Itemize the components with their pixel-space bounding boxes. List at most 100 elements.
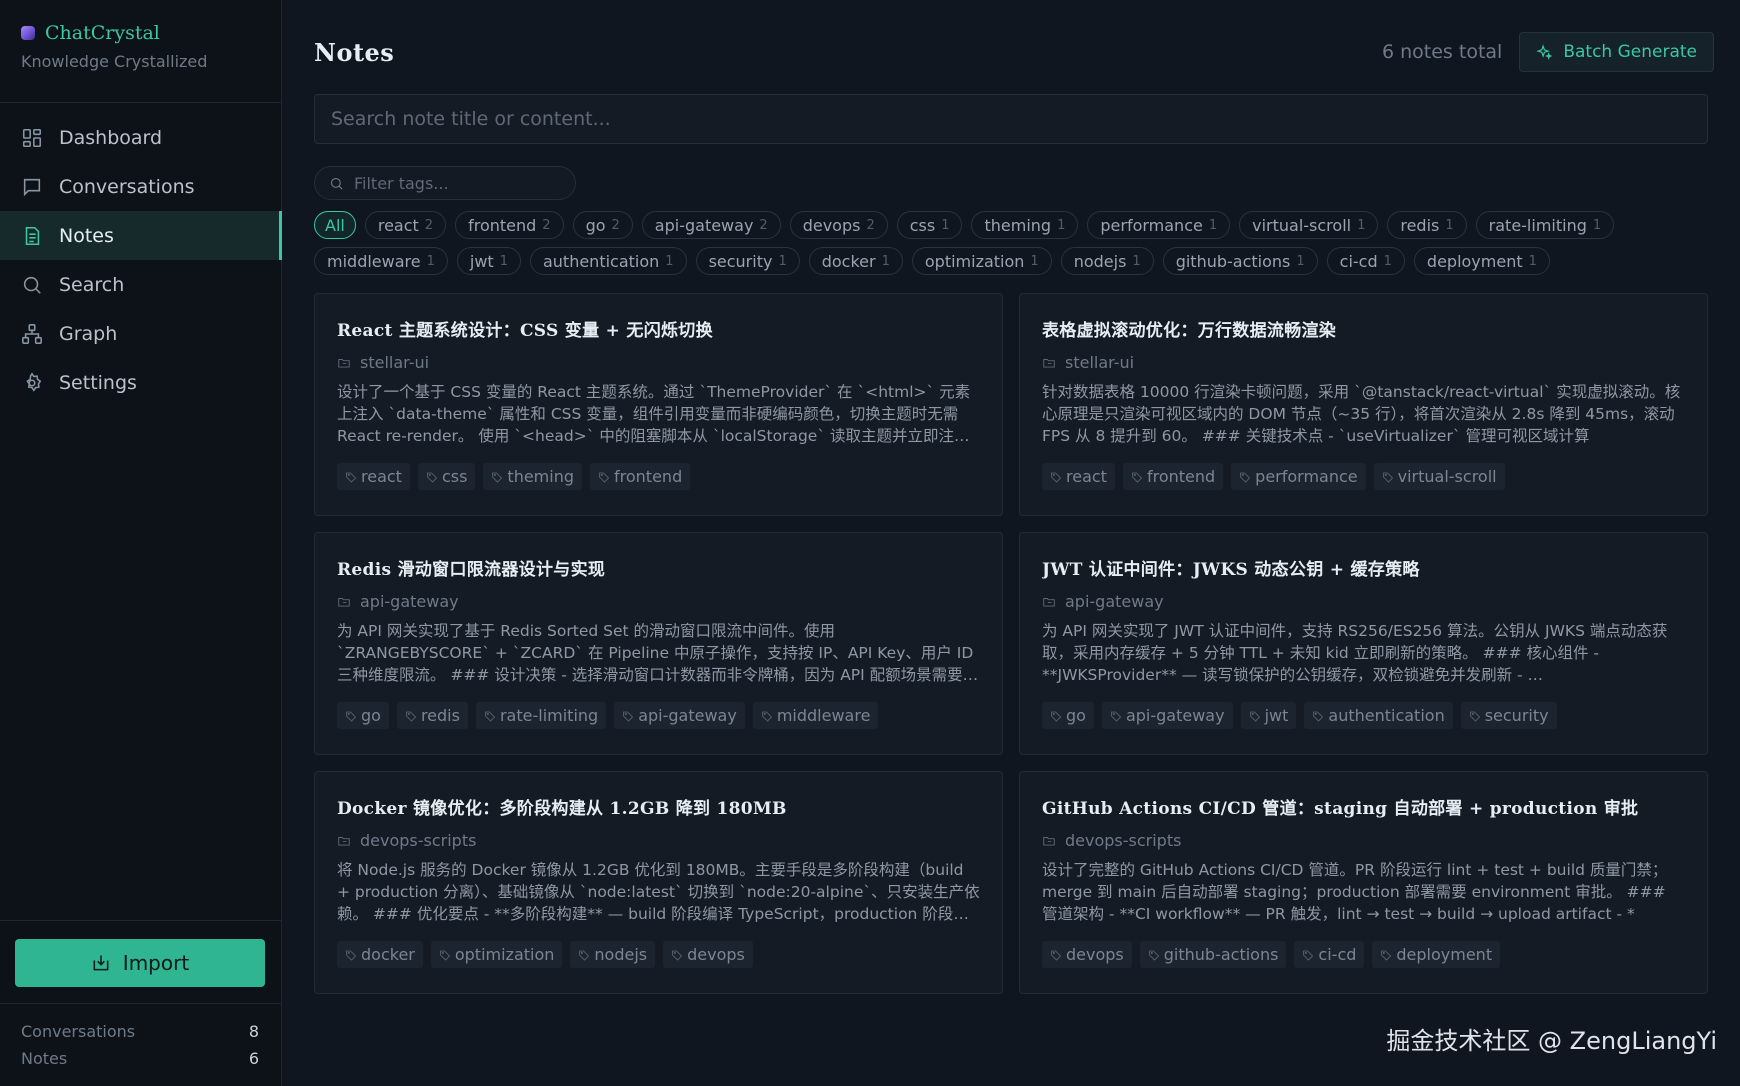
note-tag-chip[interactable]: api-gateway: [614, 702, 745, 729]
tag-filter-optimization[interactable]: optimization 1: [911, 247, 1052, 275]
note-tag-chip[interactable]: docker: [337, 941, 423, 968]
tag-filter-label: redis: [1400, 215, 1440, 235]
tag-filter-authentication[interactable]: authentication 1: [529, 247, 687, 275]
tag-filter-frontend[interactable]: frontend 2: [455, 211, 564, 239]
note-card[interactable]: 表格虚拟滚动优化：万行数据流畅渲染 stellar-ui 针对数据表格 10000 …: [1019, 293, 1708, 516]
note-card[interactable]: JWT 认证中间件：JWKS 动态公钥 + 缓存策略 api-gateway 为 A…: [1019, 532, 1708, 755]
tag-filter-security[interactable]: security 1: [695, 247, 800, 275]
tag-filter-devops[interactable]: devops 2: [789, 211, 888, 239]
note-icon: [25, 226, 40, 245]
note-tag-chip[interactable]: react: [1042, 463, 1115, 490]
note-tag-label: go: [1066, 706, 1086, 725]
note-tag-chip[interactable]: jwt: [1240, 702, 1297, 729]
note-tag-chip[interactable]: redis: [396, 702, 468, 729]
note-tag-chip[interactable]: go: [337, 702, 389, 729]
sidebar-item-conversations[interactable]: Conversations: [0, 162, 281, 211]
note-excerpt: 针对数据表格 10000 行渲染卡顿问题，采用 `@tanstack/react…: [1042, 383, 1681, 445]
sidebar-item-label: Conversations: [59, 175, 195, 198]
tag-filter-virtual-scroll[interactable]: virtual-scroll 1: [1239, 211, 1379, 239]
tag-filter-github-actions[interactable]: github-actions 1: [1162, 247, 1318, 275]
note-tag-chip[interactable]: virtual-scroll: [1373, 463, 1505, 490]
note-tag-chip[interactable]: github-actions: [1139, 941, 1287, 968]
tag-filter-label: security: [708, 251, 773, 271]
note-tag-chip[interactable]: middleware: [752, 702, 879, 729]
sparkles-icon: [1536, 43, 1553, 60]
note-tag-chip[interactable]: performance: [1231, 463, 1366, 490]
note-tag-chip[interactable]: react: [337, 463, 410, 490]
sidebar-item-graph[interactable]: Graph: [0, 309, 281, 358]
brand-name: ChatCrystal: [45, 22, 160, 44]
tag-filter-css[interactable]: css 1: [896, 211, 963, 239]
tag-filter-ci-cd[interactable]: ci-cd 1: [1326, 247, 1405, 275]
note-tag-label: docker: [361, 945, 415, 964]
tag-filter-count: 1: [1208, 217, 1218, 233]
sidebar-item-search[interactable]: Search: [0, 260, 281, 309]
note-tag-chip[interactable]: go: [1042, 702, 1094, 729]
tag-filter-react[interactable]: react 2: [364, 211, 447, 239]
tag-filter-jwt[interactable]: jwt 1: [456, 247, 521, 275]
note-tag-label: virtual-scroll: [1397, 467, 1497, 486]
import-button[interactable]: Import: [15, 939, 265, 987]
note-search-input[interactable]: [331, 108, 1691, 130]
note-tag-label: deployment: [1396, 945, 1493, 964]
tag-filter-all[interactable]: All: [314, 211, 356, 239]
note-tag-chip[interactable]: devops: [663, 941, 753, 968]
note-tag-chip[interactable]: deployment: [1372, 941, 1501, 968]
note-card[interactable]: Redis 滑动窗口限流器设计与实现 api-gateway 为 API 网关实现了…: [314, 532, 1003, 755]
note-tag-chip[interactable]: devops: [1042, 941, 1132, 968]
note-project-label: devops-scripts: [360, 831, 477, 850]
note-tag-chip[interactable]: optimization: [430, 941, 563, 968]
tag-filter-go[interactable]: go 2: [572, 211, 633, 239]
folder-icon: [1043, 836, 1055, 846]
note-tag-label: css: [441, 467, 468, 486]
tag-filter-docker[interactable]: docker 1: [808, 247, 903, 275]
note-title: Redis 滑动窗口限流器设计与实现: [337, 560, 606, 580]
tag-icon: [346, 950, 357, 961]
note-card[interactable]: React 主题系统设计：CSS 变量 + 无闪烁切换 stellar-ui 设计了…: [314, 293, 1003, 516]
note-tag-chip[interactable]: frontend: [1122, 463, 1224, 490]
tag-filter-rate-limiting[interactable]: rate-limiting 1: [1475, 211, 1615, 239]
tag-filter-label: All: [325, 215, 345, 235]
tag-filter-middleware[interactable]: middleware 1: [314, 247, 448, 275]
tag-filter-input[interactable]: [354, 173, 554, 193]
tag-filter-redis[interactable]: redis 1: [1387, 211, 1467, 239]
tag-icon: [1051, 472, 1062, 483]
tag-filter-list: All react 2 frontend 2 go 2 api-gateway 2 devops 2…: [314, 211, 1714, 275]
tag-filter-label: deployment: [1426, 251, 1523, 271]
sidebar-item-label: Dashboard: [59, 126, 163, 149]
note-tags: go redis rate-limiting api-gateway middlewar…: [337, 702, 980, 729]
tag-filter-nodejs[interactable]: nodejs 1: [1060, 247, 1154, 275]
batch-generate-button[interactable]: Batch Generate: [1519, 32, 1714, 72]
note-tag-label: frontend: [1146, 467, 1216, 486]
note-tag-chip[interactable]: rate-limiting: [475, 702, 607, 729]
note-tag-chip[interactable]: api-gateway: [1101, 702, 1233, 729]
note-tag-chip[interactable]: security: [1460, 702, 1557, 729]
sidebar-item-dashboard[interactable]: Dashboard: [0, 113, 281, 162]
tag-icon: [579, 950, 590, 961]
tag-filter-deployment[interactable]: deployment 1: [1413, 247, 1550, 275]
note-card[interactable]: Docker 镜像优化：多阶段构建从 1.2GB 降到 180MB devops-…: [314, 771, 1003, 994]
note-tag-label: go: [361, 706, 381, 725]
note-card[interactable]: GitHub Actions CI/CD 管道：staging 自动部署 + p…: [1019, 771, 1708, 994]
sidebar-item-settings[interactable]: Settings: [0, 358, 281, 407]
tag-filter-label: docker: [821, 251, 876, 271]
sidebar-item-notes[interactable]: Notes: [0, 211, 282, 260]
note-tag-chip[interactable]: ci-cd: [1294, 941, 1365, 968]
note-tag-chip[interactable]: theming: [483, 463, 583, 490]
tag-filter-performance[interactable]: performance 1: [1087, 211, 1231, 239]
sidebar-bottom: Import Conversations 8 Notes 6: [0, 920, 281, 1086]
note-project: api-gateway: [337, 592, 980, 611]
folder-icon: [338, 358, 350, 368]
note-tag-label: redis: [420, 706, 460, 725]
tag-filter-theming[interactable]: theming 1: [971, 211, 1079, 239]
tag-filter-count: 1: [941, 217, 950, 233]
note-tag-chip[interactable]: css: [417, 463, 476, 490]
tag-icon: [1240, 472, 1251, 483]
note-tag-chip[interactable]: authentication: [1304, 702, 1453, 729]
note-tag-chip[interactable]: frontend: [590, 463, 691, 490]
note-excerpt: 设计了完整的 GitHub Actions CI/CD 管道。PR 阶段运行 l…: [1042, 861, 1668, 923]
tag-filter-api-gateway[interactable]: api-gateway 2: [641, 211, 781, 239]
search-icon: [23, 276, 41, 294]
note-tag-chip[interactable]: nodejs: [570, 941, 656, 968]
note-excerpt: 将 Node.js 服务的 Docker 镜像从 1.2GB 优化到 180MB…: [337, 861, 980, 923]
